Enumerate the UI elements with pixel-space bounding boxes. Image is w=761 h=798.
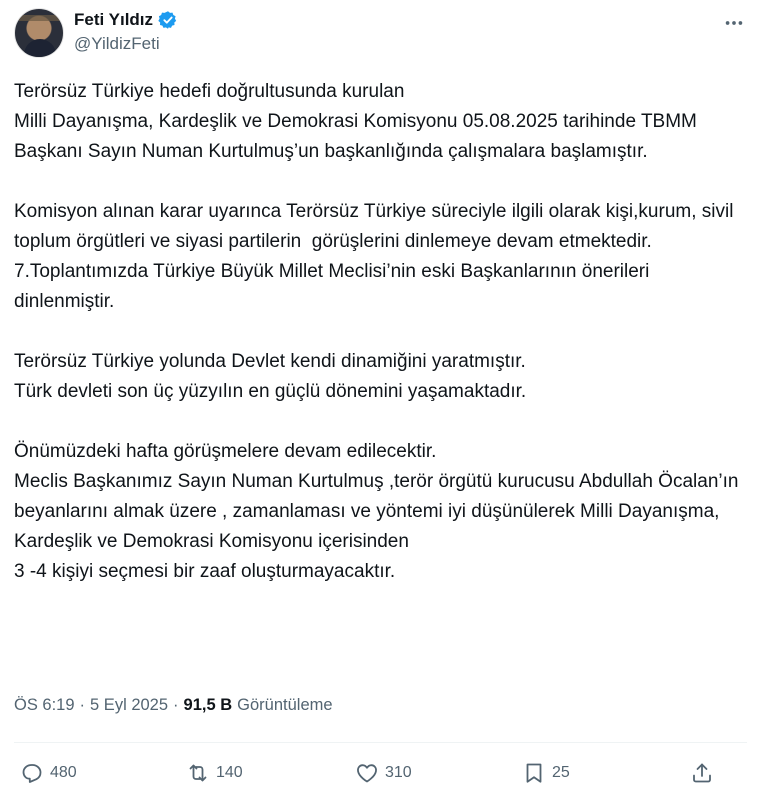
tweet-time[interactable]: ÖS 6:19 [14, 696, 75, 715]
bookmark-icon [526, 763, 542, 783]
tweet-text: Terörsüz Türkiye hedefi doğrultusunda ku… [14, 77, 744, 587]
bookmark-button[interactable]: 25 [522, 761, 570, 785]
tweet-meta: ÖS 6:19 · 5 Eyl 2025 · 91,5 B Görüntülem… [14, 696, 333, 715]
share-button[interactable] [690, 761, 714, 785]
reply-count: 480 [50, 764, 77, 781]
divider [14, 742, 747, 743]
tweet-paragraph: Önümüzdeki hafta görüşmelere devam edile… [14, 441, 739, 582]
like-button[interactable]: 310 [355, 761, 412, 785]
meta-separator: · [79, 696, 86, 714]
tweet-paragraph: Terörsüz Türkiye yolunda Devlet kendi di… [14, 351, 527, 402]
views-label: Görüntüleme [237, 696, 333, 714]
author-display-name[interactable]: Feti Yıldız [74, 10, 153, 30]
retweet-count: 140 [216, 764, 243, 781]
tweet-paragraph: Terörsüz Türkiye hedefi doğrultusunda ku… [14, 81, 697, 162]
action-bar: 480 140 310 25 [0, 755, 761, 791]
tweet-paragraph: Komisyon alınan karar uyarınca Terörsüz … [14, 201, 734, 312]
retweet-button[interactable]: 140 [186, 761, 243, 785]
heart-icon [357, 764, 377, 783]
verified-badge-icon [158, 11, 177, 29]
share-icon [693, 763, 711, 783]
retweet-icon [189, 764, 207, 782]
tweet-header: Feti Yıldız @YildizFeti [14, 8, 745, 60]
more-options-icon[interactable] [723, 12, 745, 34]
author-name-row: Feti Yıldız [74, 10, 178, 30]
views-count: 91,5 B [183, 696, 233, 714]
reply-button[interactable]: 480 [20, 761, 77, 785]
bookmark-count: 25 [552, 764, 570, 781]
like-count: 310 [385, 764, 412, 781]
meta-separator: · [173, 696, 179, 714]
author-handle[interactable]: @YildizFeti [74, 34, 160, 54]
reply-icon [22, 764, 42, 783]
tweet-date[interactable]: 5 Eyl 2025 [90, 696, 168, 715]
avatar[interactable] [14, 8, 64, 58]
